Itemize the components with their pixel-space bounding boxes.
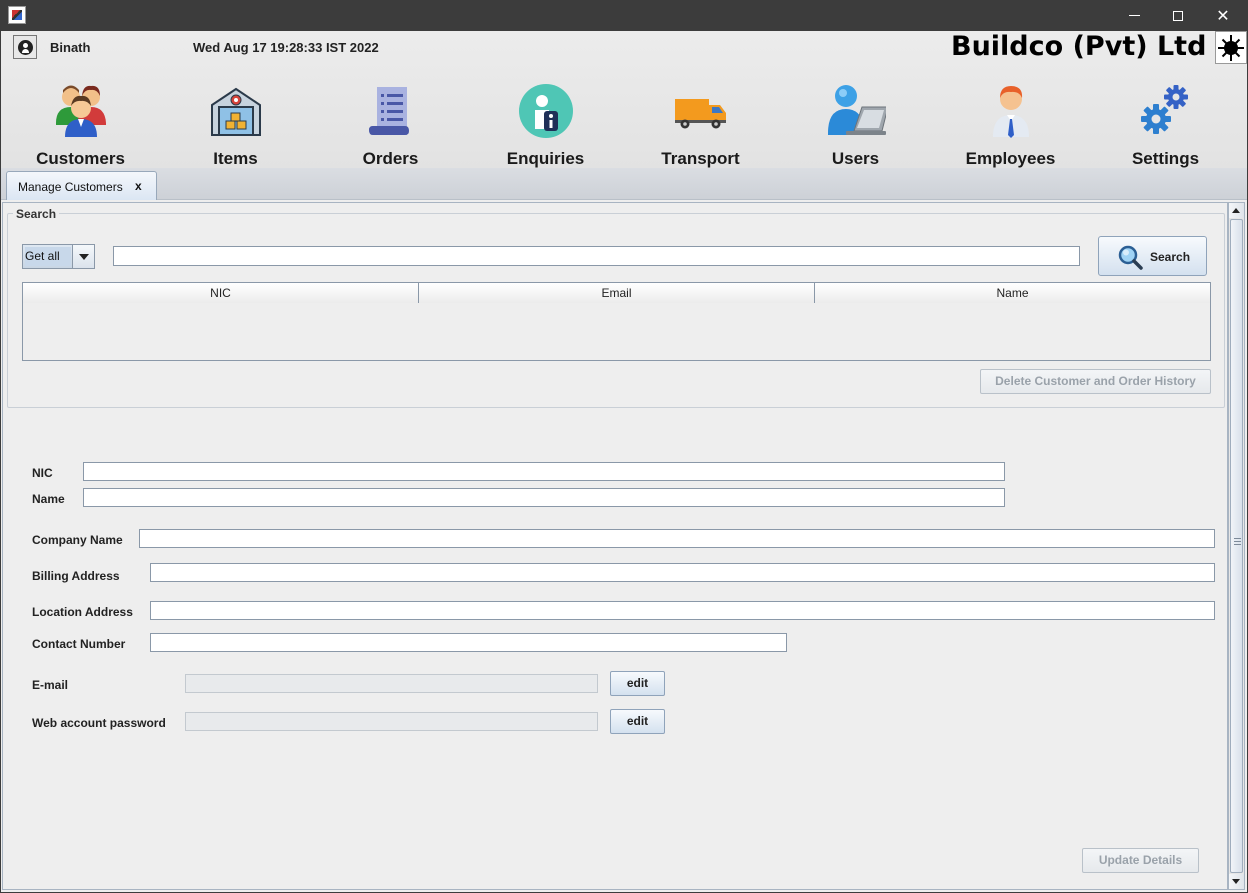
company-name: Buildco (Pvt) Ltd (951, 31, 1207, 62)
search-icon (1118, 245, 1143, 270)
email-field (185, 674, 598, 693)
scroll-down-button[interactable] (1229, 874, 1244, 889)
customers-icon (55, 85, 106, 137)
warehouse-icon (210, 87, 261, 136)
contact-number-label: Contact Number (32, 637, 126, 651)
title-bar: ✕ (0, 0, 1248, 31)
web-password-label: Web account password (32, 716, 166, 730)
nav-customers[interactable]: Customers (3, 79, 158, 171)
manage-customers-panel: Search Get all Search NIC Email Name Del… (2, 202, 1228, 890)
search-input[interactable] (113, 246, 1080, 266)
user-laptop-icon (827, 85, 886, 135)
info-person-icon (518, 84, 573, 138)
billing-address-label: Billing Address (32, 569, 120, 583)
minimize-button[interactable] (1111, 0, 1157, 31)
edit-email-button[interactable]: edit (610, 671, 665, 696)
company-name-field[interactable] (139, 529, 1215, 548)
billing-address-field[interactable] (150, 563, 1215, 582)
location-address-label: Location Address (32, 605, 133, 619)
tab-manage-customers[interactable]: Manage Customers x (6, 171, 157, 200)
nav-settings[interactable]: Settings (1088, 79, 1243, 171)
edit-password-button[interactable]: edit (610, 709, 665, 734)
scroll-thumb[interactable] (1230, 219, 1243, 873)
nav-transport-label: Transport (661, 149, 740, 168)
contact-number-field[interactable] (150, 633, 787, 652)
column-header-nic[interactable]: NIC (23, 283, 419, 303)
nic-label: NIC (32, 466, 53, 480)
nav-customers-label: Customers (36, 149, 125, 168)
main-window: Binath Wed Aug 17 19:28:33 IST 2022 Buil… (1, 31, 1247, 892)
main-nav: Customers Items Orders Enquiries Transpo… (1, 79, 1247, 171)
delete-customer-button[interactable]: Delete Customer and Order History (980, 369, 1211, 394)
nav-employees[interactable]: Employees (933, 79, 1088, 171)
customers-table[interactable]: NIC Email Name (22, 282, 1211, 361)
nav-users[interactable]: Users (778, 79, 933, 171)
maximize-button[interactable] (1155, 0, 1201, 31)
search-filter-select[interactable]: Get all (22, 244, 95, 269)
close-window-button[interactable]: ✕ (1200, 0, 1246, 31)
nav-orders[interactable]: Orders (313, 79, 468, 171)
nav-items-label: Items (213, 149, 258, 168)
search-filter-value: Get all (25, 247, 71, 266)
user-profile-icon[interactable] (13, 35, 37, 59)
name-field[interactable] (83, 488, 1005, 507)
datetime: Wed Aug 17 19:28:33 IST 2022 (193, 40, 379, 55)
header: Binath Wed Aug 17 19:28:33 IST 2022 Buil… (1, 31, 1247, 171)
email-label: E-mail (32, 678, 69, 692)
column-header-email[interactable]: Email (419, 283, 815, 303)
location-address-field[interactable] (150, 601, 1215, 620)
tab-strip: Manage Customers x (1, 168, 1247, 200)
theme-toggle-button[interactable] (1215, 31, 1247, 64)
nav-settings-label: Settings (1131, 149, 1200, 168)
name-label: Name (32, 492, 65, 506)
table-header: NIC Email Name (23, 283, 1210, 303)
nav-transport[interactable]: Transport (623, 79, 778, 171)
truck-icon (674, 99, 726, 129)
nav-enquiries[interactable]: Enquiries (468, 79, 623, 171)
username: Binath (50, 40, 91, 55)
nav-items[interactable]: Items (158, 79, 313, 171)
nav-orders-label: Orders (362, 149, 419, 168)
vertical-scrollbar[interactable] (1228, 202, 1245, 890)
employee-icon (992, 86, 1029, 138)
web-password-field (185, 712, 598, 731)
sun-icon (1218, 34, 1244, 61)
maximize-icon (1173, 10, 1183, 21)
close-icon: ✕ (1216, 5, 1230, 25)
nav-employees-label: Employees (965, 149, 1056, 168)
search-button[interactable]: Search (1098, 236, 1207, 276)
nav-users-label: Users (831, 149, 880, 168)
search-group: Search Get all Search NIC Email Name Del… (7, 207, 1225, 408)
app-icon (8, 6, 26, 24)
search-group-legend: Search (13, 207, 60, 221)
minimize-icon (1128, 15, 1140, 16)
gears-icon (1140, 85, 1188, 134)
chevron-down-icon[interactable] (72, 245, 94, 268)
tab-label: Manage Customers (18, 180, 123, 194)
tab-close-button[interactable]: x (135, 179, 142, 193)
nav-enquiries-label: Enquiries (506, 149, 585, 168)
document-icon (368, 87, 409, 135)
company-name-label: Company Name (32, 533, 123, 547)
search-button-label: Search (1150, 250, 1191, 264)
column-header-name[interactable]: Name (815, 283, 1210, 303)
nic-field[interactable] (83, 462, 1005, 481)
scroll-up-button[interactable] (1229, 203, 1244, 218)
update-details-button[interactable]: Update Details (1082, 848, 1199, 873)
